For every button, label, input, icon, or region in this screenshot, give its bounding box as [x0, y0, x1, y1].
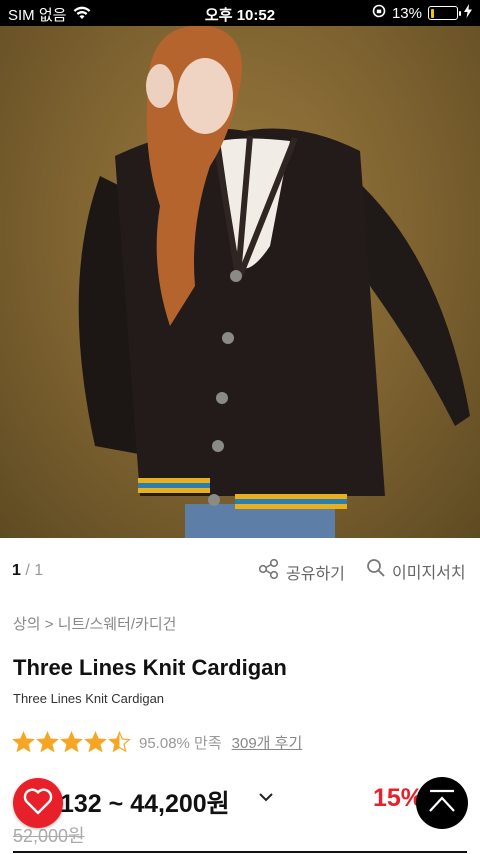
battery-icon	[428, 6, 461, 20]
gallery-meta: 1 / 1 공유하기 이미지서치	[0, 556, 480, 586]
star-icon	[108, 730, 131, 754]
heart-icon	[23, 787, 53, 820]
image-separator: /	[20, 562, 35, 579]
share-button[interactable]: 공유하기	[258, 558, 345, 585]
scroll-top-icon	[427, 788, 457, 819]
orientation-lock-icon	[372, 4, 386, 22]
product-title: Three Lines Knit Cardigan	[13, 655, 287, 680]
reviews-link[interactable]: 309개 후기	[232, 732, 303, 753]
battery-percent: 13%	[391, 4, 422, 22]
image-search-button[interactable]: 이미지서치	[366, 558, 466, 583]
rating-row: 95.08% 만족 309개 후기	[12, 730, 302, 754]
rating-stars	[12, 730, 131, 754]
search-icon	[366, 558, 386, 583]
price-range: 132 ~ 44,200원	[60, 790, 230, 818]
star-icon	[84, 730, 107, 754]
charging-icon	[464, 4, 472, 22]
wishlist-button[interactable]	[13, 778, 63, 828]
status-bar: SIM 없음 오후 10:52 13%	[0, 0, 480, 26]
divider	[13, 851, 467, 853]
star-icon	[36, 730, 59, 754]
chevron-down-icon[interactable]	[258, 790, 274, 808]
image-search-label: 이미지서치	[392, 564, 466, 582]
star-icon	[12, 730, 35, 754]
product-subtitle: Three Lines Knit Cardigan	[13, 691, 165, 706]
breadcrumb[interactable]: 상의 > 니트/스웨터/카디건	[13, 613, 176, 634]
share-label: 공유하기	[286, 565, 345, 583]
product-photo[interactable]	[0, 26, 480, 538]
share-icon	[258, 558, 280, 585]
image-total: 1	[34, 562, 44, 579]
star-icon	[60, 730, 83, 754]
satisfaction-rate: 95.08% 만족	[139, 734, 222, 752]
scroll-top-button[interactable]	[416, 777, 468, 829]
image-counter: 1 / 1	[12, 562, 43, 580]
image-index: 1	[12, 562, 21, 579]
price-row: 132 ~ 44,200원 15%	[0, 784, 480, 818]
original-price: 52,000원	[13, 826, 85, 846]
cardigan-model-illustration	[78, 26, 470, 538]
battery-level	[430, 8, 434, 18]
